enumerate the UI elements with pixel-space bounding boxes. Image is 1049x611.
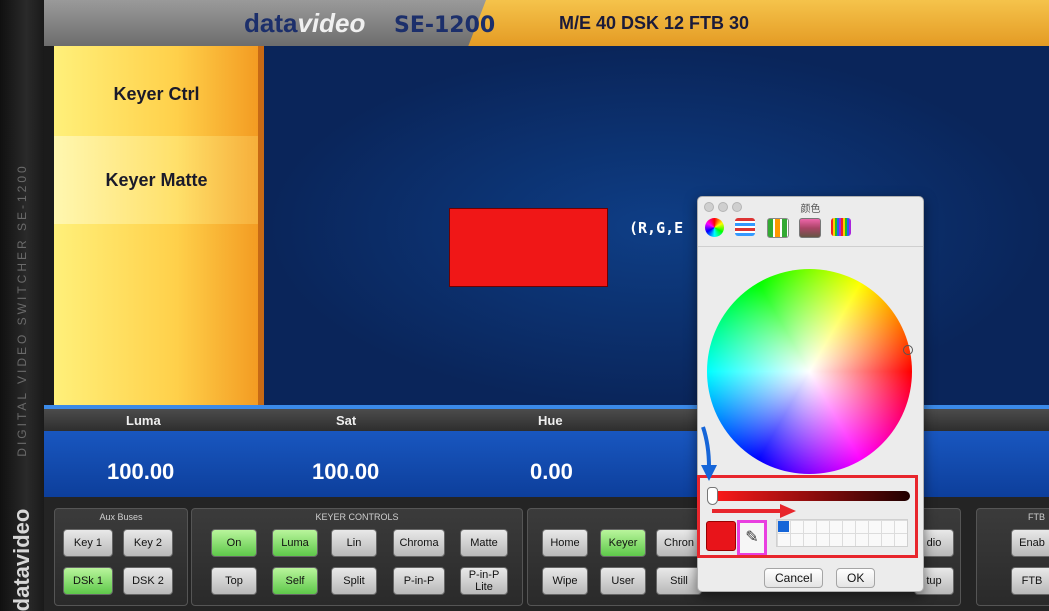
palette-icon[interactable]	[767, 218, 789, 238]
dsk2-button[interactable]: DSK 2	[123, 567, 173, 595]
chroma-menu-button[interactable]: Chron	[656, 529, 702, 557]
image-icon[interactable]	[799, 218, 821, 238]
keyer-self-button[interactable]: Self	[272, 567, 318, 595]
luma-value[interactable]: 100.00	[107, 459, 174, 485]
keyer-chroma-button[interactable]: Chroma	[393, 529, 445, 557]
color-wheel-icon[interactable]	[705, 218, 724, 237]
red-arrow-annotation	[712, 504, 796, 518]
blue-arrow-annotation	[701, 426, 717, 481]
keyer-lin-button[interactable]: Lin	[331, 529, 377, 557]
side-product-text: DIGITAL VIDEO SWITCHER SE-1200	[15, 163, 29, 457]
keyer-split-button[interactable]: Split	[331, 567, 377, 595]
model-name: SE-1200	[394, 13, 496, 38]
keyer-controls-title: KEYER CONTROLS	[315, 512, 399, 522]
crayons-icon[interactable]	[831, 218, 851, 236]
matte-preview-area: (R,G,E	[264, 46, 1049, 408]
matte-color-swatch[interactable]	[449, 208, 608, 287]
sliders-icon[interactable]	[735, 218, 755, 236]
app-header: datavideo SE-1200 M/E 40 DSK 12 FTB 30	[44, 0, 1049, 46]
ok-button[interactable]: OK	[836, 568, 876, 588]
aux-buses-title: Aux Buses	[99, 512, 143, 522]
ftb-button[interactable]: FTB	[1011, 567, 1049, 595]
sat-label: Sat	[336, 413, 357, 428]
side-logo: datavideo	[9, 508, 34, 611]
keyer-ctrl-button[interactable]: Keyer Ctrl	[54, 46, 259, 136]
key1-button[interactable]: Key 1	[63, 529, 113, 557]
home-button[interactable]: Home	[542, 529, 588, 557]
cancel-button[interactable]: Cancel	[764, 568, 824, 588]
keyer-luma-button[interactable]: Luma	[272, 529, 318, 557]
key2-button[interactable]: Key 2	[123, 529, 173, 557]
aux-buses-group: Aux Buses Key 1 Key 2 DSk 1 DSK 2	[54, 508, 188, 606]
dsk1-button[interactable]: DSk 1	[63, 567, 113, 595]
datavideo-logo: datavideo	[244, 8, 366, 38]
ftb-group: FTB Enab FTB	[976, 508, 1049, 606]
tabs-divider	[698, 246, 923, 247]
color-wheel[interactable]	[707, 269, 912, 474]
hue-label: Hue	[538, 413, 563, 428]
color-picker-title: 颜色	[800, 204, 821, 215]
keyer-matte-toggle[interactable]: Matte	[460, 529, 508, 557]
keyer-on-button[interactable]: On	[211, 529, 257, 557]
keyer-controls-group: KEYER CONTROLS On Luma Lin Chroma Matte …	[191, 508, 523, 606]
keyer-matte-button[interactable]: Keyer Matte	[54, 136, 259, 224]
keyer-menu-panel: Keyer Ctrl Keyer Matte	[54, 46, 259, 408]
hue-value[interactable]: 0.00	[530, 459, 573, 485]
ftb-enable-button[interactable]: Enab	[1011, 529, 1049, 557]
sat-value[interactable]: 100.00	[312, 459, 379, 485]
still-button[interactable]: Still	[656, 567, 702, 595]
wheel-selection-marker[interactable]	[903, 345, 913, 355]
rgb-label: (R,G,E	[629, 219, 684, 237]
keyer-top-button[interactable]: Top	[211, 567, 257, 595]
wipe-button[interactable]: Wipe	[542, 567, 588, 595]
keyer-pinp-lite-button[interactable]: P-in-P Lite	[460, 567, 508, 595]
keyer-menu-button[interactable]: Keyer	[600, 529, 646, 557]
keyer-pinp-button[interactable]: P-in-P	[393, 567, 445, 595]
luma-label: Luma	[126, 413, 161, 428]
side-branding-strip: DIGITAL VIDEO SWITCHER SE-1200 datavideo	[0, 0, 44, 611]
user-button[interactable]: User	[600, 567, 646, 595]
me-dsk-ftb-info: M/E 40 DSK 12 FTB 30	[559, 13, 750, 33]
ftb-title: FTB	[1028, 512, 1045, 522]
